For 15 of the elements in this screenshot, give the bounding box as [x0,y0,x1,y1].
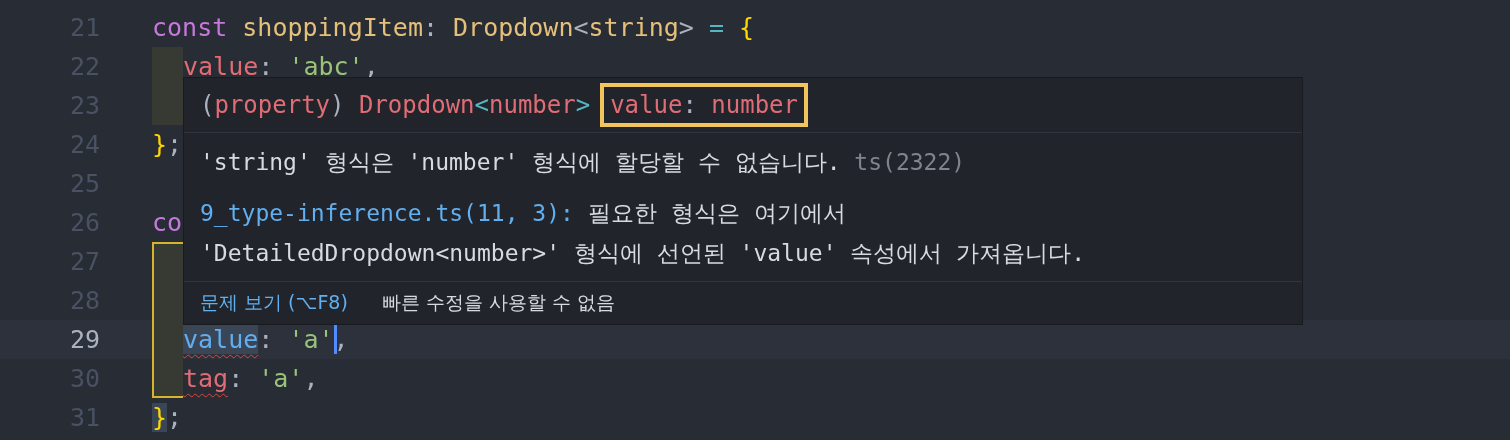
code-text: }; [152,130,183,159]
code-text: co [152,208,183,237]
related-message: 'DetailedDropdown<number>' 형식에 선언된 'value' 속성에서 가져옵니다. [200,239,1086,268]
error-code: ts(2322) [854,149,966,175]
property-signature: (property) Dropdown<number> [200,91,591,119]
file-link[interactable]: 9_type-inference.ts(11, 3): [200,193,574,233]
code-text: tag: 'a', [183,364,319,393]
related-message: 필요한 형식은 여기에서 [587,199,846,228]
code-text: value: 'a', [183,325,349,354]
quick-fix-status: 빠른 수정을 사용할 수 없음 [381,290,615,315]
code-text: const shoppingItem: Dropdown<string> = { [152,13,755,42]
error-message: 'string' 형식은 'number' 형식에 할당할 수 없습니다. [200,149,841,175]
highlight-box: value: number [600,83,808,127]
line-number: 29 [68,325,100,354]
view-problem-link[interactable]: 문제 보기 (⌥F8) [200,290,348,316]
